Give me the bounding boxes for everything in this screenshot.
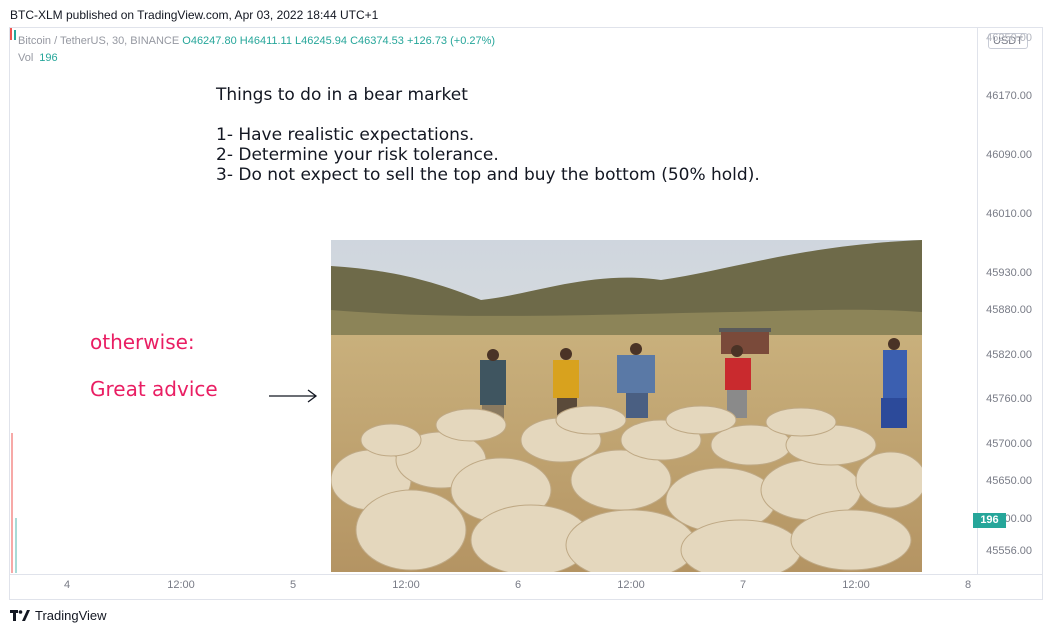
price-tick: 46010.00 <box>986 208 1032 220</box>
time-tick: 5 <box>289 579 297 591</box>
price-tick: 45760.00 <box>986 393 1032 405</box>
mini-candle-icon <box>10 28 12 40</box>
price-tick: 45930.00 <box>986 267 1032 279</box>
price-tick: 45880.00 <box>986 304 1032 316</box>
sheep-farmers-photo[interactable] <box>331 240 922 572</box>
time-tick: 7 <box>739 579 747 591</box>
tradingview-brand: TradingView <box>35 608 107 623</box>
otherwise-text[interactable]: otherwise: <box>90 330 195 354</box>
volume-bar <box>11 433 13 573</box>
note-item: 2- Determine your risk tolerance. <box>216 145 499 165</box>
price-axis-divider <box>977 27 978 574</box>
price-tick: 45556.00 <box>986 545 1032 557</box>
note-spacer <box>216 105 760 125</box>
volume-legend[interactable]: Vol 196 <box>18 52 58 64</box>
time-tick: 12:00 <box>392 579 420 591</box>
mini-candle-icon <box>14 30 16 40</box>
time-tick: 6 <box>514 579 522 591</box>
volume-price-label: 196 <box>973 513 1006 528</box>
time-tick: 4 <box>63 579 71 591</box>
low-value: L46245.94 <box>295 35 348 47</box>
time-tick: 12:00 <box>167 579 195 591</box>
price-tick: 45700.00 <box>986 438 1032 450</box>
close-value: C46374.53 <box>350 35 404 47</box>
volume-label: Vol <box>18 52 34 64</box>
time-tick: 12:00 <box>617 579 645 591</box>
advice-text[interactable]: Great advice <box>90 377 218 401</box>
note-title: Things to do in a bear market <box>216 85 468 105</box>
price-tick: 45650.00 <box>986 475 1032 487</box>
tradingview-logo[interactable]: TradingView <box>10 608 107 623</box>
publish-line: BTC-XLM published on TradingView.com, Ap… <box>10 8 379 22</box>
note-item: 1- Have realistic expectations. <box>216 125 475 145</box>
price-tick: 46250.00 <box>986 32 1032 44</box>
price-tick: 45820.00 <box>986 349 1032 361</box>
volume-value: 196 <box>39 52 58 64</box>
symbol-name[interactable]: Bitcoin / TetherUS, 30, BINANCE <box>18 35 179 47</box>
note-item: 3- Do not expect to sell the top and buy… <box>216 165 760 185</box>
price-tick: 46170.00 <box>986 90 1032 102</box>
time-axis-divider <box>9 574 1043 575</box>
change-value: +126.73 (+0.27%) <box>406 35 496 47</box>
time-tick: 8 <box>964 579 972 591</box>
volume-bar <box>15 518 17 573</box>
symbol-legend[interactable]: Bitcoin / TetherUS, 30, BINANCE O46247.8… <box>18 35 495 47</box>
tradingview-logo-icon <box>10 609 30 621</box>
high-value: H46411.11 <box>239 35 292 47</box>
text-note[interactable]: Things to do in a bear market 1- Have re… <box>216 85 760 185</box>
arrow-right-icon[interactable] <box>268 386 320 406</box>
open-value: O46247.80 <box>182 35 237 47</box>
price-tick: 46090.00 <box>986 149 1032 161</box>
time-tick: 12:00 <box>842 579 870 591</box>
